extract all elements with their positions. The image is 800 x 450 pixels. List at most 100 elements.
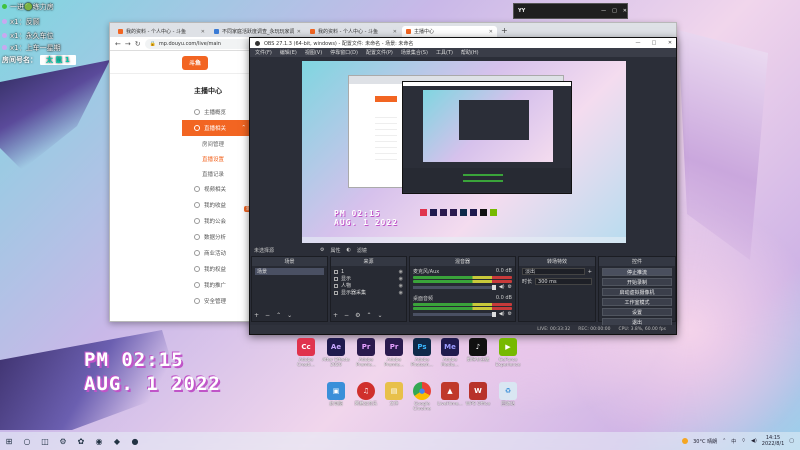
properties-button[interactable]: 属性 xyxy=(331,247,341,254)
network-icon[interactable]: ⌔ xyxy=(741,438,746,444)
app-taskbar-icon[interactable]: ● xyxy=(130,436,140,446)
menu-profile[interactable]: 配置文件(P) xyxy=(366,49,393,56)
sidebar-item-live[interactable]: 直播相关 ⌃ xyxy=(182,120,250,136)
desktop-icon[interactable]: Ae After Effects 2020 xyxy=(322,338,350,368)
remove-icon[interactable]: − xyxy=(344,312,349,319)
filter-icon[interactable]: ◐ xyxy=(347,247,351,253)
mini-app-window[interactable]: YY — □ ✕ xyxy=(513,3,628,19)
reload-icon[interactable]: ↻ xyxy=(135,40,141,48)
settings-button[interactable]: 设置 xyxy=(602,308,672,316)
menu-docks[interactable]: 停靠窗口(D) xyxy=(330,49,358,56)
close-button[interactable]: ✕ xyxy=(623,8,627,14)
obs-window[interactable]: OBS 27.1.3 (64-bit, windows) - 配置文件: 未命名… xyxy=(249,37,677,335)
eye-icon[interactable]: ◉ xyxy=(399,276,403,282)
volume-slider[interactable] xyxy=(413,284,496,290)
steam-icon[interactable]: ⚙ xyxy=(58,436,68,446)
volume-icon[interactable]: ◀) xyxy=(751,438,757,444)
desktop-icon[interactable]: ♫ 网易云音乐 xyxy=(352,382,380,407)
chevron-up-icon[interactable]: ⌃ xyxy=(722,438,726,444)
browser-tab[interactable]: 我的资料 - 个人中心 - 斗鱼 ✕ xyxy=(114,26,209,37)
desktop-icon[interactable]: ● Google Chrome xyxy=(408,382,436,412)
filters-button[interactable]: 滤镜 xyxy=(357,247,367,254)
desktop-icon[interactable]: Cc Adobe Creati... xyxy=(292,338,320,368)
duration-input[interactable]: 300 ms xyxy=(535,278,592,285)
close-tab-icon[interactable]: ✕ xyxy=(489,29,493,35)
clock[interactable]: 14:15 2022/8/1 xyxy=(762,435,784,447)
chevron-up-icon[interactable]: ⌃ xyxy=(276,312,281,319)
desktop-icon[interactable]: ▣ 此电脑 xyxy=(322,382,350,407)
desktop-icon[interactable]: ▤ 文件 xyxy=(380,382,408,407)
sidebar-subitem[interactable]: 直播记录 xyxy=(182,166,250,181)
chrome-icon[interactable]: ◉ xyxy=(94,436,104,446)
forward-icon[interactable]: → xyxy=(125,40,131,48)
gear-icon[interactable]: ⚙ xyxy=(508,311,512,317)
speaker-icon[interactable]: ◀) xyxy=(499,311,505,317)
desktop-icon[interactable]: Pr Adobe Premie... xyxy=(380,338,408,368)
stop-streaming-button[interactable]: 停止推流 xyxy=(602,268,672,276)
remove-icon[interactable]: − xyxy=(265,312,270,319)
sidebar-subitem[interactable]: 房间管理 xyxy=(182,136,250,151)
desktop-icon[interactable]: Ps Adobe Photosh... xyxy=(408,338,436,368)
gear-icon[interactable]: ⚙ xyxy=(508,284,512,290)
ime-indicator[interactable]: 中 xyxy=(731,438,736,445)
back-icon[interactable]: ← xyxy=(115,40,121,48)
windows-start-icon[interactable]: ⊞ xyxy=(4,436,14,446)
desktop-icon[interactable]: ▲ LiveHime... xyxy=(436,382,464,407)
douyu-logo[interactable]: 斗鱼 xyxy=(182,55,208,70)
gear-icon[interactable]: ⚙ xyxy=(355,312,360,319)
close-tab-icon[interactable]: ✕ xyxy=(393,29,397,35)
desktop-icon[interactable]: ♪ 剪映专业版 xyxy=(464,338,492,363)
minimize-button[interactable]: — xyxy=(632,40,644,46)
add-icon[interactable]: + xyxy=(588,269,592,275)
sidebar-item[interactable]: 我的公会 xyxy=(182,213,250,229)
browser-tab-active[interactable]: 主播中心 ✕ xyxy=(402,26,497,37)
search-icon[interactable]: ○ xyxy=(22,436,32,446)
weather-text[interactable]: 30°C 晴朗 xyxy=(693,438,717,445)
close-button[interactable]: ✕ xyxy=(664,40,676,46)
slider-knob[interactable] xyxy=(491,284,496,290)
eye-icon[interactable]: ◉ xyxy=(399,283,403,289)
desktop-icon[interactable]: Me Adobe Media... xyxy=(436,338,464,368)
close-tab-icon[interactable]: ✕ xyxy=(201,29,205,35)
menu-tools[interactable]: 工具(T) xyxy=(436,49,453,56)
wechat-icon[interactable]: ✿ xyxy=(76,436,86,446)
studio-mode-button[interactable]: 工作室模式 xyxy=(602,298,672,306)
sidebar-item[interactable]: 我的收益 xyxy=(182,197,250,213)
browser-tab[interactable]: 我的资料 - 个人中心 - 斗鱼 ✕ xyxy=(306,26,401,37)
virtual-camera-button[interactable]: 启动虚拟摄像机 xyxy=(602,288,672,296)
sidebar-item-overview[interactable]: 主播概览 xyxy=(182,104,250,120)
sidebar-item[interactable]: 我的推广 xyxy=(182,277,250,293)
sidebar-subitem-active[interactable]: 直播设置 xyxy=(182,151,250,166)
close-tab-icon[interactable]: ✕ xyxy=(297,29,301,35)
menu-scene-collection[interactable]: 场景集合(S) xyxy=(401,49,428,56)
task-view-icon[interactable]: ◫ xyxy=(40,436,50,446)
menu-help[interactable]: 帮助(H) xyxy=(461,49,479,56)
maximize-button[interactable]: □ xyxy=(648,40,660,46)
source-item[interactable]: 显示器采集 ◉ xyxy=(334,289,403,296)
start-recording-button[interactable]: 开始录制 xyxy=(602,278,672,286)
eye-icon[interactable]: ◉ xyxy=(399,290,403,296)
maximize-button[interactable]: □ xyxy=(612,8,617,14)
desktop-icon[interactable]: W WPS Office xyxy=(464,382,492,407)
source-item[interactable]: 显示 ◉ xyxy=(334,275,403,282)
sidebar-item[interactable]: 数据分析 xyxy=(182,229,250,245)
obs-taskbar-icon[interactable]: ◆ xyxy=(112,436,122,446)
speaker-icon[interactable]: ◀) xyxy=(499,284,505,290)
sidebar-item[interactable]: 安全管理 xyxy=(182,293,250,309)
transition-select[interactable]: 淡出 xyxy=(522,268,585,275)
slider-knob[interactable] xyxy=(491,311,496,317)
desktop-icon[interactable]: ▶ GeForce Experience xyxy=(494,338,522,368)
desktop-icon[interactable]: Pr Adobe Premie... xyxy=(352,338,380,368)
new-tab-button[interactable]: + xyxy=(498,26,511,37)
obs-preview[interactable]: PM 02:15 AUG. 1 2022 xyxy=(302,61,626,243)
gear-icon[interactable]: ⚙ xyxy=(320,247,324,253)
menu-edit[interactable]: 编辑(E) xyxy=(280,49,297,56)
desktop-icon[interactable]: ♻ 回收站 xyxy=(494,382,522,407)
chevron-down-icon[interactable]: ⌄ xyxy=(377,312,382,319)
sidebar-item[interactable]: 我的权益 xyxy=(182,261,250,277)
notification-icon[interactable]: ▢ xyxy=(789,438,794,444)
chevron-up-icon[interactable]: ⌃ xyxy=(366,312,371,319)
source-item[interactable]: 人物 ◉ xyxy=(334,282,403,289)
scene-item[interactable]: 场景 xyxy=(255,268,324,275)
sidebar-item[interactable]: 商业活动 xyxy=(182,245,250,261)
